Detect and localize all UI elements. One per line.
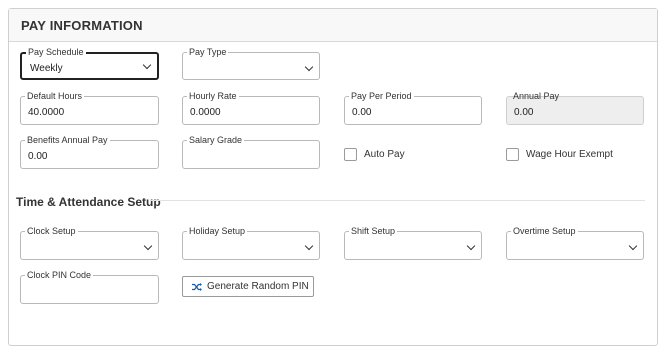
salary-grade-label: Salary Grade <box>187 134 245 146</box>
shift-setup-select[interactable]: Shift Setup <box>344 225 482 260</box>
chevron-down-icon <box>628 241 638 251</box>
clock-setup-select[interactable]: Clock Setup <box>20 225 159 260</box>
chevron-down-icon <box>466 241 476 251</box>
pay-per-period-value: 0.00 <box>352 107 372 118</box>
shift-setup-label: Shift Setup <box>349 225 398 237</box>
pay-schedule-value: Weekly <box>30 63 63 74</box>
auto-pay-label: Auto Pay <box>364 149 405 160</box>
annual-pay-label: Annual Pay <box>513 91 560 101</box>
hourly-rate-label: Hourly Rate <box>187 90 239 102</box>
section-divider <box>150 200 645 201</box>
auto-pay-checkbox[interactable] <box>344 148 357 161</box>
default-hours-value: 40.0000 <box>28 107 65 118</box>
time-attendance-title: Time & Attendance Setup <box>16 195 161 209</box>
benefits-annual-pay-label: Benefits Annual Pay <box>25 134 110 146</box>
annual-pay-value: 0.00 <box>514 107 534 118</box>
benefits-annual-pay-field[interactable]: Benefits Annual Pay 0.00 <box>20 134 159 169</box>
pay-schedule-label: Pay Schedule <box>26 46 86 58</box>
overtime-setup-select[interactable]: Overtime Setup <box>506 225 644 260</box>
card-header: PAY INFORMATION <box>9 9 657 42</box>
clock-setup-label: Clock Setup <box>25 225 78 237</box>
chevron-down-icon <box>142 60 152 70</box>
annual-pay-field: Annual Pay 0.00 <box>506 91 644 125</box>
holiday-setup-select[interactable]: Holiday Setup <box>182 225 320 260</box>
card-title: PAY INFORMATION <box>21 18 143 33</box>
hourly-rate-field[interactable]: Hourly Rate 0.0000 <box>182 90 320 125</box>
default-hours-field[interactable]: Default Hours 40.0000 <box>20 90 159 125</box>
pay-per-period-field[interactable]: Pay Per Period 0.00 <box>344 90 482 125</box>
shuffle-icon <box>192 283 202 291</box>
wage-hour-exempt-checkbox[interactable] <box>506 148 519 161</box>
generate-random-pin-label: Generate Random PIN <box>207 281 309 292</box>
hourly-rate-value: 0.0000 <box>190 107 221 118</box>
pay-schedule-select[interactable]: Pay Schedule Weekly <box>20 46 159 80</box>
chevron-down-icon <box>304 62 314 72</box>
salary-grade-field[interactable]: Salary Grade <box>182 134 320 169</box>
wage-hour-exempt-label: Wage Hour Exempt <box>526 149 613 160</box>
chevron-down-icon <box>143 241 153 251</box>
generate-random-pin-button[interactable]: Generate Random PIN <box>182 276 314 297</box>
holiday-setup-label: Holiday Setup <box>187 225 248 237</box>
pay-type-label: Pay Type <box>187 46 229 58</box>
default-hours-label: Default Hours <box>25 90 85 102</box>
overtime-setup-label: Overtime Setup <box>511 225 578 237</box>
pay-per-period-label: Pay Per Period <box>349 90 414 102</box>
benefits-annual-pay-value: 0.00 <box>28 151 48 162</box>
clock-pin-code-label: Clock PIN Code <box>25 269 94 281</box>
clock-pin-code-field[interactable]: Clock PIN Code <box>20 269 159 304</box>
pay-type-select[interactable]: Pay Type <box>182 46 320 80</box>
chevron-down-icon <box>304 241 314 251</box>
